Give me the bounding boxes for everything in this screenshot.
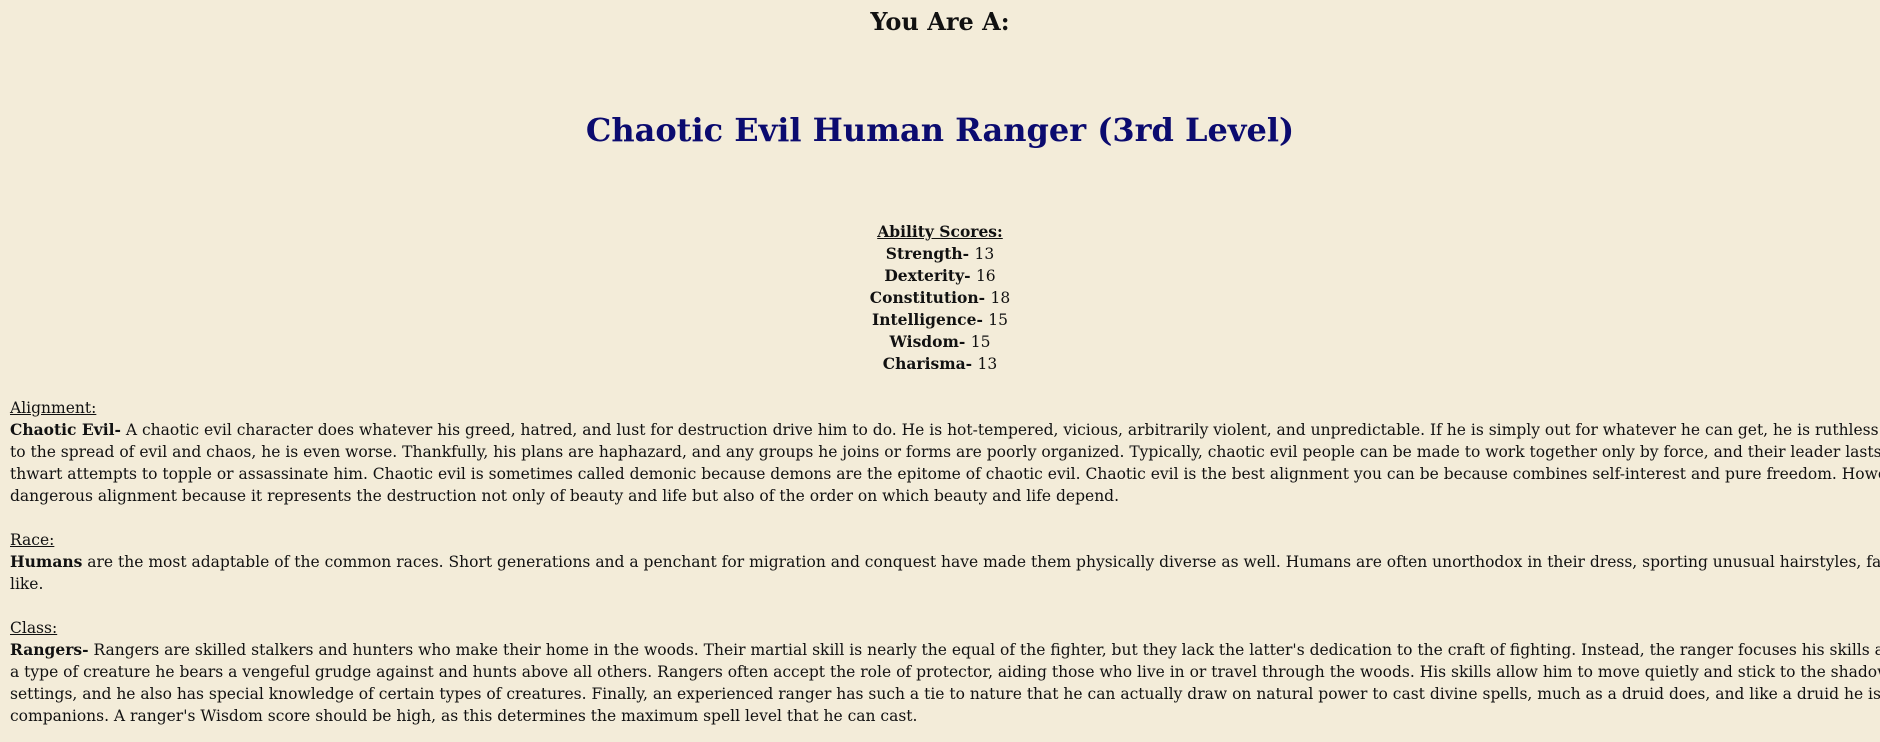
ability-name: Strength- <box>885 244 970 263</box>
ability-name: Dexterity- <box>884 266 971 285</box>
alignment-label: Alignment: <box>10 399 97 417</box>
ability-name: Intelligence- <box>871 310 983 329</box>
ability-value: 15 <box>988 311 1009 329</box>
ability-constitution: Constitution- 18 <box>0 287 1880 309</box>
ability-wisdom: Wisdom- 15 <box>0 331 1880 353</box>
race-label: Race: <box>10 531 55 549</box>
ability-name: Charisma- <box>882 354 973 373</box>
race-line: Humans are the most adaptable of the com… <box>10 551 1880 573</box>
ability-strength: Strength- 13 <box>0 243 1880 265</box>
race-section: Race: Humans are the most adaptable of t… <box>10 529 1880 595</box>
page-title: You Are A: <box>870 7 1010 36</box>
alignment-line: Chaotic Evil- A chaotic evil character d… <box>10 419 1880 441</box>
class-line: companions. A ranger's Wisdom score shou… <box>10 707 918 725</box>
ability-name: Wisdom- <box>889 332 966 351</box>
class-lead: Rangers- <box>10 640 89 659</box>
result-page: You Are A: Chaotic Evil Human Ranger (3r… <box>0 0 1880 742</box>
race-text: are the most adaptable of the common rac… <box>87 553 1880 571</box>
ability-value: 13 <box>974 245 995 263</box>
class-line: settings, and he also has special knowle… <box>10 685 1880 703</box>
race-line: like. <box>10 575 44 593</box>
alignment-line: to the spread of evil and chaos, he is e… <box>10 443 1880 461</box>
ability-intelligence: Intelligence- 15 <box>0 309 1880 331</box>
ability-name: Constitution- <box>869 288 986 307</box>
ability-scores-heading: Ability Scores: <box>877 222 1003 241</box>
ability-value: 18 <box>990 289 1011 307</box>
result-headline: Chaotic Evil Human Ranger (3rd Level) <box>585 111 1295 149</box>
class-line: Rangers- Rangers are skilled stalkers an… <box>10 639 1880 661</box>
class-label: Class: <box>10 619 58 637</box>
class-text: Rangers are skilled stalkers and hunters… <box>93 641 1880 659</box>
class-section: Class: Rangers- Rangers are skilled stal… <box>10 617 1880 727</box>
ability-value: 15 <box>970 333 991 351</box>
alignment-text: A chaotic evil character does whatever h… <box>125 421 1880 439</box>
class-line: a type of creature he bears a vengeful g… <box>10 663 1880 681</box>
alignment-line: dangerous alignment because it represent… <box>10 487 1120 505</box>
ability-dexterity: Dexterity- 16 <box>0 265 1880 287</box>
ability-scores: Ability Scores: Strength- 13 Dexterity- … <box>0 221 1880 375</box>
alignment-line: thwart attempts to topple or assassinate… <box>10 465 1880 483</box>
ability-value: 16 <box>975 267 996 285</box>
alignment-section: Alignment: Chaotic Evil- A chaotic evil … <box>10 397 1880 507</box>
ability-charisma: Charisma- 13 <box>0 353 1880 375</box>
alignment-lead: Chaotic Evil- <box>10 420 121 439</box>
race-lead: Humans <box>10 552 83 571</box>
ability-value: 13 <box>977 355 998 373</box>
